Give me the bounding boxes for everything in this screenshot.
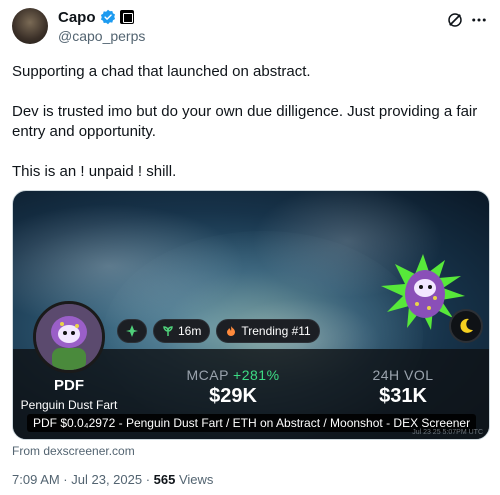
grok-icon[interactable]: [446, 11, 464, 29]
volume-value: $31K: [379, 385, 427, 407]
tweet-text: Supporting a chad that launched on abstr…: [12, 62, 488, 182]
views-count: 565: [153, 472, 176, 487]
card-source[interactable]: From dexscreener.com: [12, 444, 135, 458]
abstract-chain-pill: [117, 319, 147, 343]
avatar[interactable]: [12, 8, 48, 44]
volume-label: 24H VOL: [372, 367, 434, 383]
trending-label: Trending #11: [241, 324, 311, 338]
tweet-meta: 7:09 AM · Jul 23, 2025 · 565 Views: [12, 472, 213, 487]
author-handle[interactable]: @capo_perps: [58, 28, 145, 44]
author-name-row: Capo: [58, 8, 134, 26]
mcap-stat: MCAP +281% $29K: [173, 367, 293, 408]
more-icon[interactable]: [470, 11, 488, 29]
views-label: Views: [175, 472, 214, 487]
token-symbol: PDF: [54, 377, 84, 394]
verified-badge-icon: [100, 9, 115, 25]
tweet-paragraph: This is an ! unpaid ! shill.: [12, 163, 177, 180]
volume-stat: 24H VOL $31K: [343, 367, 463, 408]
moon-icon: [460, 318, 473, 333]
tweet-paragraph: Dev is trusted imo but do your own due d…: [12, 103, 478, 140]
link-card[interactable]: PDF Penguin Dust Fart 16m Trending #11 M…: [12, 190, 490, 440]
penguin-avatar-image: [36, 304, 102, 370]
affiliate-badge-icon[interactable]: [119, 10, 134, 24]
age-label: 16m: [178, 324, 202, 338]
display-name[interactable]: Capo: [58, 9, 96, 26]
mcap-value: $29K: [209, 385, 257, 407]
mcap-label: MCAP: [186, 367, 229, 383]
sprout-icon: [163, 326, 173, 336]
moonshot-badge-icon: [449, 309, 483, 343]
flame-icon: [227, 326, 236, 336]
trending-pill: Trending #11: [216, 319, 320, 343]
card-timestamp: Jul 23 25 5:07PM UTC: [412, 429, 483, 436]
tweet-timestamp[interactable]: 7:09 AM · Jul 23, 2025 ·: [12, 472, 154, 487]
tweet-header: Capo @capo_perps: [12, 8, 488, 48]
token-name: Penguin Dust Fart: [20, 398, 118, 412]
age-pill: 16m: [153, 319, 211, 343]
token-avatar: [33, 301, 105, 373]
mcap-label-row: MCAP +281%: [173, 367, 293, 383]
card-caption[interactable]: PDF $0.0₄2972 - Penguin Dust Fart / ETH …: [27, 414, 477, 432]
mcap-change: +281%: [233, 367, 280, 383]
token-pills: 16m Trending #11: [117, 319, 320, 343]
tweet-paragraph: Supporting a chad that launched on abstr…: [12, 63, 311, 80]
abstract-icon: [126, 325, 138, 337]
